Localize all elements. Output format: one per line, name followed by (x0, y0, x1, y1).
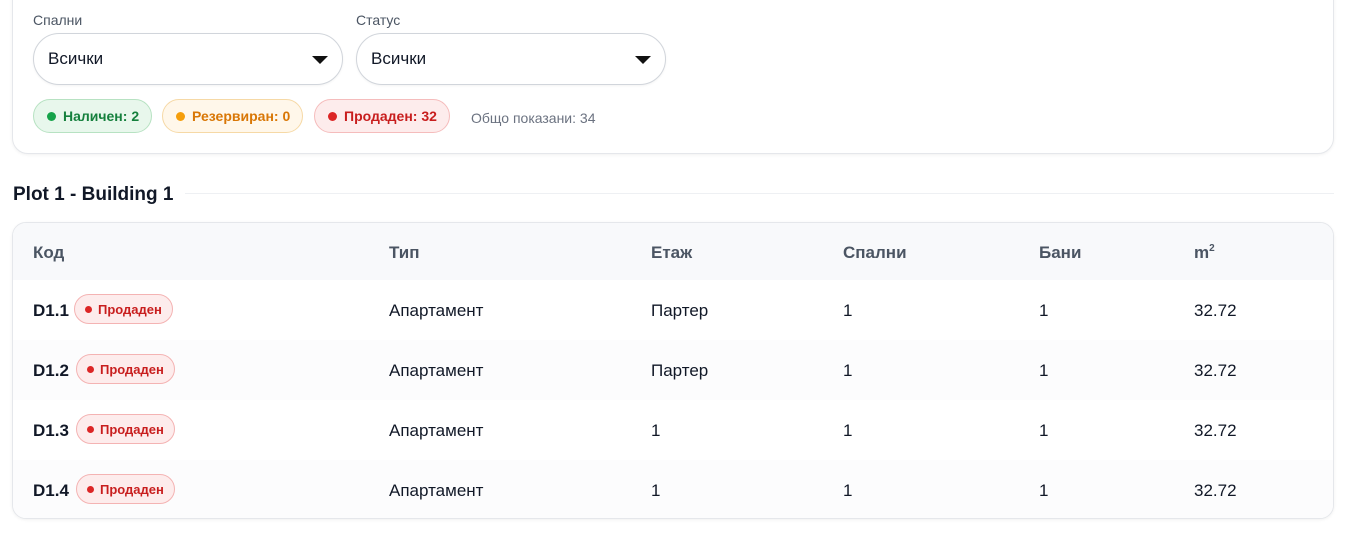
col-header-type[interactable]: Тип (389, 243, 419, 263)
chevron-down-icon (312, 56, 328, 64)
col-header-bathrooms[interactable]: Бани (1039, 243, 1081, 263)
sold-dot-icon (85, 305, 92, 313)
unit-type: Апартамент (389, 481, 484, 500)
status-badge: Продаден (76, 414, 175, 444)
area-unit-label: m (1194, 243, 1210, 262)
unit-code: D1.4 (33, 481, 69, 500)
unit-area: 32.72 (1194, 301, 1237, 320)
unit-bathrooms: 1 (1039, 361, 1049, 380)
unit-type: Апартамент (389, 301, 484, 320)
status-badge-label: Продаден (98, 301, 162, 317)
unit-bedrooms: 1 (843, 361, 853, 380)
units-table: Код Тип Етаж Спални Бани m2 D1.1 Продаде… (12, 222, 1334, 519)
sold-dot-icon (87, 485, 94, 493)
unit-floor: Партер (651, 301, 709, 320)
bedrooms-select-value: Всички (48, 49, 104, 68)
sold-dot-icon (87, 365, 94, 373)
col-header-code[interactable]: Код (33, 243, 64, 263)
unit-bedrooms: 1 (843, 301, 853, 320)
available-chip-label: Наличен: 2 (63, 108, 140, 124)
chevron-down-icon (635, 56, 651, 64)
sold-chip-label: Продаден: 32 (344, 108, 437, 124)
unit-code: D1.2 (33, 361, 69, 380)
unit-floor: Партер (651, 361, 709, 380)
unit-area: 32.72 (1194, 481, 1237, 500)
bedrooms-select[interactable]: Всички (33, 33, 343, 85)
filter-panel: Спални Всички Статус Всички Наличен: 2 Р… (12, 0, 1334, 154)
table-header: Код Тип Етаж Спални Бани m2 (13, 223, 1333, 280)
status-select[interactable]: Всички (356, 33, 666, 85)
unit-bedrooms: 1 (843, 481, 853, 500)
total-shown-text: Общо показани: 34 (471, 110, 596, 126)
unit-floor: 1 (651, 421, 661, 440)
unit-code: D1.1 (33, 301, 69, 320)
sold-dot-icon (328, 111, 337, 121)
unit-code: D1.3 (33, 421, 69, 440)
available-dot-icon (47, 111, 56, 121)
table-row[interactable]: D1.4 Продаден Апартамент 1 1 1 32.72 (13, 460, 1333, 518)
col-header-area[interactable]: m2 (1194, 243, 1215, 263)
status-badge-label: Продаден (100, 421, 164, 437)
table-row[interactable]: D1.1 Продаден Апартамент Партер 1 1 32.7… (13, 280, 1333, 340)
available-chip[interactable]: Наличен: 2 (33, 99, 153, 133)
reserved-chip-label: Резервиран: 0 (192, 108, 291, 124)
table-row[interactable]: D1.3 Продаден Апартамент 1 1 1 32.72 (13, 400, 1333, 460)
status-badge-label: Продаден (100, 361, 164, 377)
unit-bathrooms: 1 (1039, 421, 1049, 440)
unit-bedrooms: 1 (843, 421, 853, 440)
section-divider (185, 193, 1334, 194)
col-header-bedrooms[interactable]: Спални (843, 243, 907, 263)
unit-type: Апартамент (389, 361, 484, 380)
status-badge: Продаден (76, 354, 175, 384)
status-filter-label: Статус (356, 12, 401, 28)
reserved-chip[interactable]: Резервиран: 0 (162, 99, 304, 133)
area-unit-superscript: 2 (1209, 243, 1215, 254)
status-badge: Продаден (76, 474, 175, 504)
sold-chip[interactable]: Продаден: 32 (314, 99, 450, 133)
unit-area: 32.72 (1194, 361, 1237, 380)
reserved-dot-icon (176, 111, 185, 121)
section-title: Plot 1 - Building 1 (13, 184, 174, 205)
status-select-value: Всички (371, 49, 427, 68)
bedrooms-filter-label: Спални (33, 12, 83, 28)
table-row[interactable]: D1.2 Продаден Апартамент Партер 1 1 32.7… (13, 340, 1333, 400)
col-header-floor[interactable]: Етаж (651, 243, 692, 263)
unit-type: Апартамент (389, 421, 484, 440)
unit-bathrooms: 1 (1039, 481, 1049, 500)
unit-bathrooms: 1 (1039, 301, 1049, 320)
status-badge: Продаден (74, 294, 173, 324)
sold-dot-icon (87, 425, 94, 433)
status-badge-label: Продаден (100, 481, 164, 497)
unit-floor: 1 (651, 481, 661, 500)
unit-area: 32.72 (1194, 421, 1237, 440)
